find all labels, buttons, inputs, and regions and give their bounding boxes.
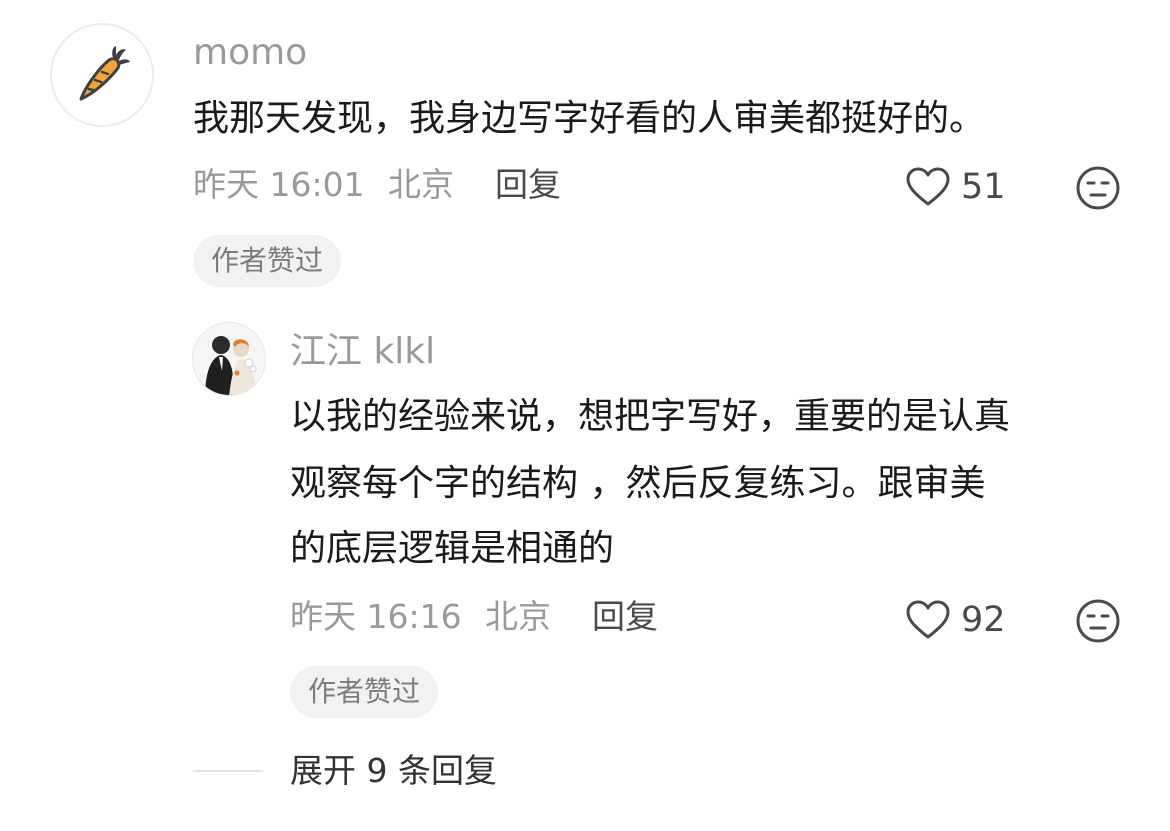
neutral-face-icon <box>1076 166 1120 210</box>
heart-icon <box>906 167 950 206</box>
carrot-icon <box>79 46 130 101</box>
reply-button[interactable]: 回复 <box>495 168 561 201</box>
comment-time: 昨天 16:01 <box>193 165 365 204</box>
heart-icon <box>906 600 950 639</box>
reply-location: 北京 <box>485 597 551 636</box>
like-button[interactable]: 51 <box>905 166 1006 208</box>
reply-reply-button[interactable]: 回复 <box>592 600 658 633</box>
reply-text-line: 观察每个字的结构 ，然后反复练习。跟审美 <box>290 463 986 504</box>
reply-avatar[interactable] <box>192 322 266 396</box>
like-count: 51 <box>961 166 1006 207</box>
avatar[interactable] <box>50 23 154 127</box>
expand-divider <box>193 770 263 772</box>
comment-text: 我那天发现，我身边写字好看的人审美都挺好的。 <box>193 98 986 139</box>
reply-like-count: 92 <box>961 599 1006 640</box>
expand-replies-button[interactable]: 展开 9 条回复 <box>290 754 497 787</box>
reply-dislike-button[interactable] <box>1075 598 1121 648</box>
dislike-button[interactable] <box>1075 165 1121 215</box>
author-liked-badge: 作者赞过 <box>193 235 342 287</box>
reply-username[interactable]: 江江 klkl <box>290 334 435 370</box>
reply-like-button[interactable]: 92 <box>905 599 1006 641</box>
neutral-face-icon <box>1076 599 1120 643</box>
comment-location: 北京 <box>388 165 454 204</box>
reply-time: 昨天 16:16 <box>290 597 462 636</box>
comment-username[interactable]: momo <box>193 35 307 71</box>
reply-author-liked-badge: 作者赞过 <box>290 666 439 718</box>
couple-illustration-avatar <box>193 323 265 395</box>
reply-text-line: 以我的经验来说，想把字写好，重要的是认真 <box>290 396 1011 437</box>
reply-text-line: 的底层逻辑是相通的 <box>290 528 615 569</box>
